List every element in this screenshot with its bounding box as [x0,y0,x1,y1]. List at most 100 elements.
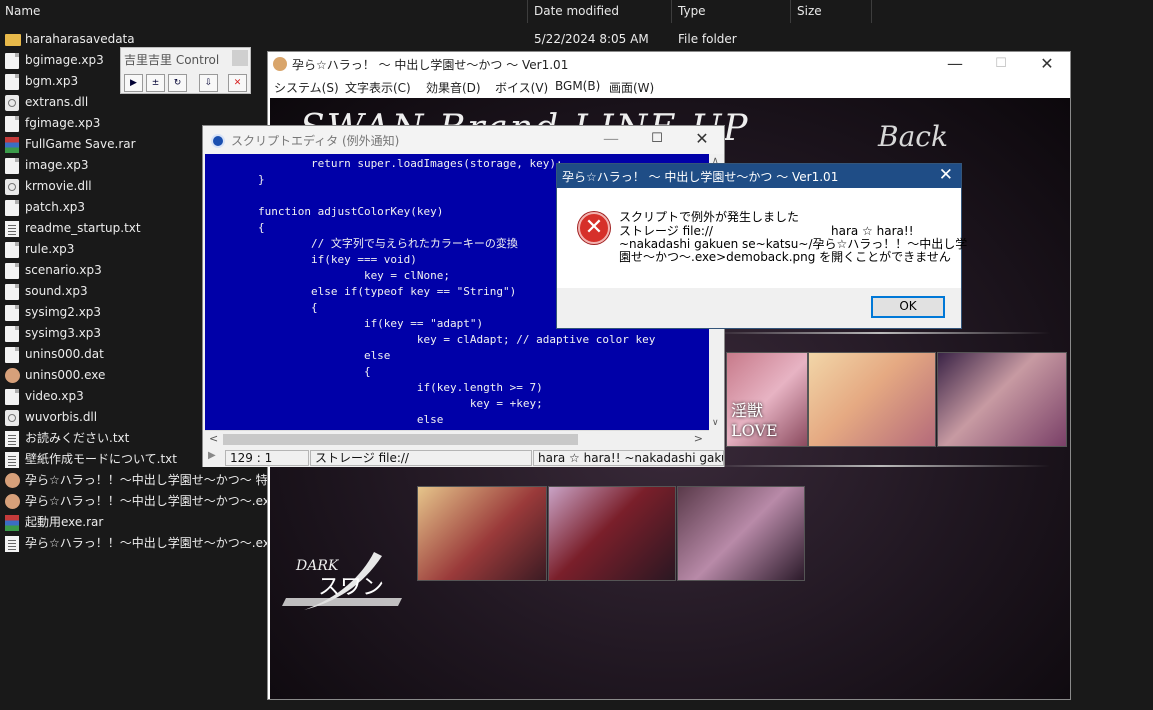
rar-icon [5,137,19,153]
game-window-title: 孕ら☆ハラっ！ ～ 中出し学園せ～かつ ～ Ver1.01 [292,58,569,72]
file-name: rule.xp3 [25,242,75,256]
column-type[interactable]: Type [673,0,791,23]
file-name: readme_startup.txt [25,221,141,235]
file-name: image.xp3 [25,158,89,172]
minimize-button[interactable]: — [932,52,978,77]
code-line: { [205,365,371,378]
game-thumbnail[interactable] [808,352,936,447]
editor-minimize-button[interactable]: — [588,127,634,152]
column-name[interactable]: Name [0,0,528,23]
file-icon [5,347,19,363]
file-name: krmovie.dll [25,179,92,193]
editor-statusbar: ▶ 129 : 1 ストレージ file:// hara ☆ hara!! ~n… [203,449,724,467]
play-icon[interactable]: ▶ [124,74,143,92]
refresh-icon[interactable]: ↻ [168,74,187,92]
menu-text-display[interactable]: 文字表示(C) [345,79,411,96]
file-name: fgimage.xp3 [25,116,101,130]
file-icon [5,74,19,90]
exception-dialog: 孕ら☆ハラっ！ ～ 中出し学園せ～かつ ～ Ver1.01 ✕ ✕ スクリプトで… [556,163,967,329]
storage-file: hara ☆ hara!! ~nakadashi gakuen [533,450,724,466]
file-icon [5,263,19,279]
game-menubar: システム(S) 文字表示(C) 効果音(D) ボイス(V) BGM(B) 画面(… [268,77,1070,98]
file-icon [5,158,19,174]
dialog-title: 孕ら☆ハラっ！ ～ 中出し学園せ～かつ ～ Ver1.01 [562,170,839,184]
game-thumbnail[interactable] [937,352,1067,447]
maximize-button[interactable]: ☐ [978,52,1024,77]
text-file-icon [5,221,19,237]
folder-icon [5,34,21,46]
code-line: key = clAdapt; // adaptive color key [205,333,656,346]
file-icon [5,305,19,321]
file-name: 壁紙作成モードについて.txt [25,452,177,466]
file-name: unins000.exe [25,368,106,382]
column-date-modified[interactable]: Date modified [529,0,672,23]
horizontal-scroll-thumb[interactable] [223,434,578,445]
svg-text:スワン: スワン [318,575,384,600]
divider-top [710,332,1050,334]
close-button[interactable]: ✕ [1024,52,1070,77]
palette-title: 吉里吉里 Control [124,53,220,67]
game-thumbnail[interactable] [548,486,676,581]
ok-button[interactable]: OK [871,296,945,318]
scroll-left-icon[interactable]: < [209,432,218,445]
menu-screen[interactable]: 画面(W) [609,79,654,96]
file-name: extrans.dll [25,95,89,109]
dll-icon [5,179,19,195]
storage-path: ストレージ file:// [310,450,532,466]
code-line: if(key.length >= 7) [205,381,543,394]
file-icon [5,284,19,300]
menu-system[interactable]: システム(S) [274,79,339,96]
back-button[interactable]: Back [878,120,948,153]
error-icon: ✕ [578,212,610,244]
file-icon [5,389,19,405]
svg-text:DARK: DARK [295,558,340,574]
editor-maximize-button[interactable]: ☐ [634,127,680,152]
editor-close-button[interactable]: ✕ [679,127,725,152]
file-name: 起動用exe.rar [25,515,104,529]
palette-close-button[interactable] [232,50,248,66]
horizontal-scrollbar[interactable]: < > [205,430,709,447]
file-name: 孕ら☆ハラっ！！～中出し学園せ～かつ～.exe. [25,536,281,550]
dll-icon [5,95,19,111]
menu-bgm[interactable]: BGM(B) [555,79,600,93]
arrow-down-icon[interactable]: ⇩ [199,74,218,92]
status-arrow-icon[interactable]: ▶ [208,450,216,461]
cursor-position: 129 : 1 [225,450,309,466]
scroll-down-icon[interactable]: ∨ [712,418,719,428]
file-name: FullGame Save.rar [25,137,136,151]
error-message-line1: スクリプトで例外が発生しました [619,210,800,224]
file-name: お読みください.txt [25,431,130,445]
file-icon [5,116,19,132]
file-name: 孕ら☆ハラっ！！～中出し学園せ～かつ～.exe [25,494,277,508]
editor-titlebar[interactable]: スクリプトエディタ (例外通知) — ☐ ✕ [203,126,724,154]
game-thumbnail[interactable] [417,486,547,581]
game-thumbnail[interactable] [677,486,805,581]
dark-swan-logo[interactable]: DARK スワン [278,546,410,624]
menu-voice[interactable]: ボイス(V) [495,79,548,96]
file-name: haraharasavedata [25,32,135,46]
code-line: key = +key; [205,397,543,410]
dialog-titlebar[interactable]: 孕ら☆ハラっ！ ～ 中出し学園せ～かつ ～ Ver1.01 ✕ [557,164,961,188]
step-icon[interactable]: ± [146,74,165,92]
file-type: File folder [678,32,737,46]
game-thumbnail[interactable]: 淫獣LOVE [726,352,808,447]
file-name: unins000.dat [25,347,104,361]
menu-sound-effects[interactable]: 効果音(D) [426,79,481,96]
explorer-header: Name Date modified Type Size [0,0,1153,23]
exe-icon [5,494,20,509]
dll-icon [5,410,19,426]
column-size[interactable]: Size [792,0,872,23]
thumbnail-caption: 淫獣LOVE [731,401,778,440]
kirikiri-control-palette: 吉里吉里 Control ▶ ± ↻ ⇩ ✕ [120,47,251,94]
game-titlebar[interactable]: 孕ら☆ハラっ！ ～ 中出し学園せ～かつ ～ Ver1.01 — ☐ ✕ [268,52,1070,77]
file-name: 孕ら☆ハラっ！！～中出し学園せ～かつ～ 特別 [25,473,280,487]
text-file-icon [5,452,19,468]
dialog-close-button[interactable]: ✕ [939,165,953,185]
file-name: sysimg3.xp3 [25,326,102,340]
stop-icon[interactable]: ✕ [228,74,247,92]
file-name: sysimg2.xp3 [25,305,102,319]
file-icon [5,200,19,216]
scroll-right-icon[interactable]: > [694,432,703,445]
app-icon [273,57,287,71]
editor-title: スクリプトエディタ (例外通知) [231,134,400,148]
